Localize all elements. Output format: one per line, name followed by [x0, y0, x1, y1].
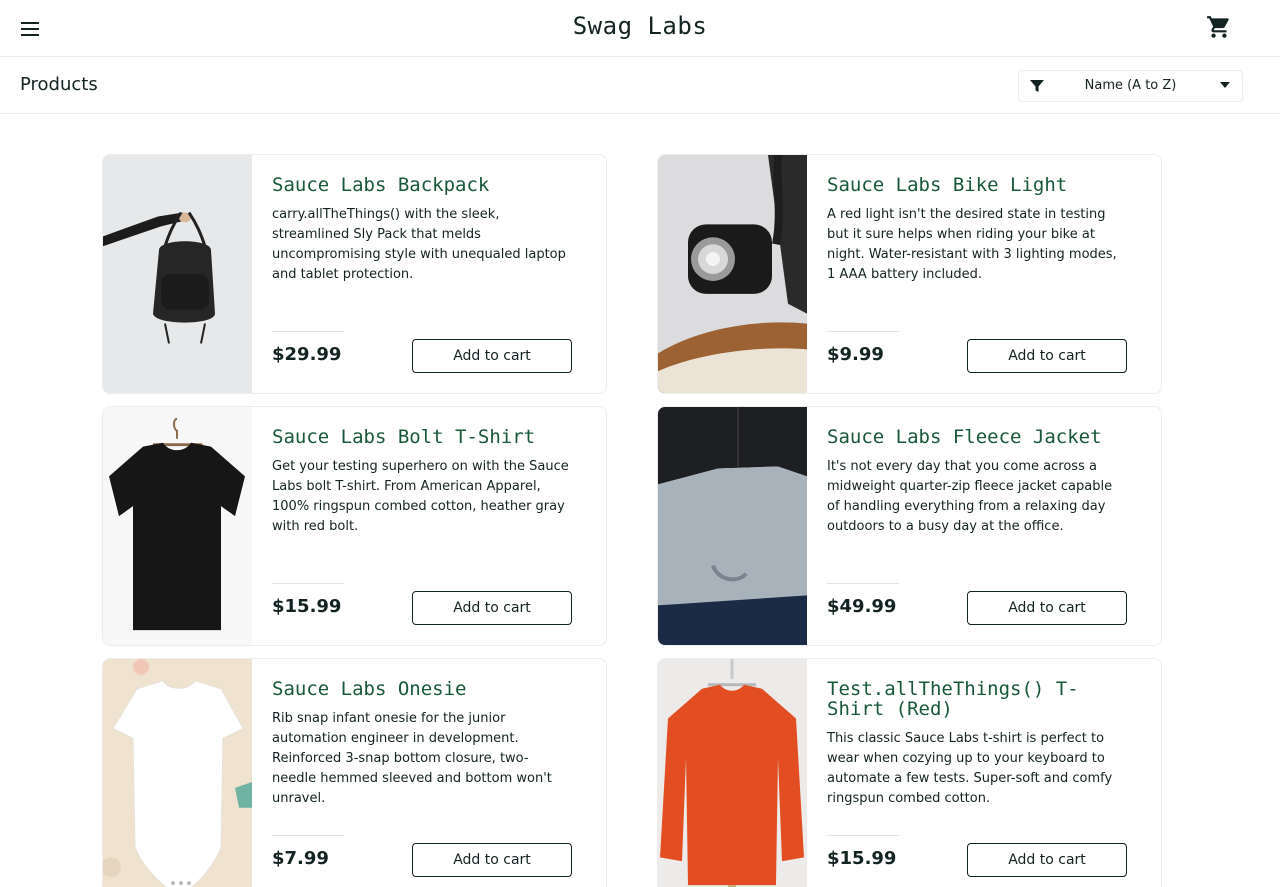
price-divider	[827, 331, 899, 332]
item-description: This classic Sauce Labs t-shirt is perfe…	[827, 731, 1113, 806]
item-name-link[interactable]: Test.allTheThings() T-Shirt (Red)	[827, 679, 1127, 719]
primary-header: Swag Labs	[0, 0, 1280, 57]
fleece-jacket-image[interactable]	[658, 407, 807, 645]
item-name-link[interactable]: Sauce Labs Bike Light	[827, 175, 1127, 195]
item-description: It's not every day that you come across …	[827, 459, 1113, 534]
page-title: Products	[20, 74, 98, 95]
app-logo-title: Swag Labs	[572, 12, 708, 40]
item-name-link[interactable]: Sauce Labs Fleece Jacket	[827, 427, 1127, 447]
inventory-item: Sauce Labs Bolt T-Shirt Get your testing…	[102, 406, 607, 646]
price-divider	[827, 583, 899, 584]
price-divider	[272, 583, 344, 584]
caret-down-icon	[1220, 82, 1230, 88]
item-price: $7.99	[272, 848, 329, 869]
price-divider	[272, 835, 344, 836]
inventory-item: Sauce Labs Backpack carry.allTheThings()…	[102, 154, 607, 394]
filter-icon	[1030, 80, 1044, 92]
add-to-cart-button[interactable]: Add to cart	[412, 843, 572, 877]
backpack-image[interactable]	[103, 155, 252, 393]
item-info: Sauce Labs Fleece Jacket It's not every …	[827, 427, 1127, 537]
item-price: $15.99	[272, 596, 342, 617]
item-name-link[interactable]: Sauce Labs Backpack	[272, 175, 572, 195]
inventory-item: Test.allTheThings() T-Shirt (Red) This c…	[657, 658, 1162, 887]
add-to-cart-button[interactable]: Add to cart	[412, 591, 572, 625]
item-price: $29.99	[272, 344, 342, 365]
inventory-item: Sauce Labs Bike Light A red light isn't …	[657, 154, 1162, 394]
item-price: $9.99	[827, 344, 884, 365]
bolt-tshirt-image[interactable]	[103, 407, 252, 645]
item-info: Sauce Labs Bolt T-Shirt Get your testing…	[272, 427, 572, 537]
add-to-cart-button[interactable]: Add to cart	[412, 339, 572, 373]
red-tshirt-image[interactable]	[658, 659, 807, 887]
item-info: Test.allTheThings() T-Shirt (Red) This c…	[827, 679, 1127, 809]
add-to-cart-button[interactable]: Add to cart	[967, 591, 1127, 625]
add-to-cart-button[interactable]: Add to cart	[967, 339, 1127, 373]
item-info: Sauce Labs Backpack carry.allTheThings()…	[272, 175, 572, 285]
onesie-image[interactable]	[103, 659, 252, 887]
item-description: A red light isn't the desired state in t…	[827, 207, 1117, 282]
item-price: $49.99	[827, 596, 897, 617]
bike-light-image[interactable]	[658, 155, 807, 393]
shopping-cart-icon[interactable]	[1206, 14, 1232, 40]
inventory-item: Sauce Labs Onesie Rib snap infant onesie…	[102, 658, 607, 887]
item-description: Get your testing superhero on with the S…	[272, 459, 569, 534]
sort-dropdown[interactable]: Name (A to Z)	[1018, 70, 1243, 102]
item-info: Sauce Labs Onesie Rib snap infant onesie…	[272, 679, 572, 809]
secondary-header: Products Name (A to Z)	[0, 57, 1280, 114]
sort-selected-value: Name (A to Z)	[1084, 78, 1177, 93]
item-price: $15.99	[827, 848, 897, 869]
item-name-link[interactable]: Sauce Labs Bolt T-Shirt	[272, 427, 572, 447]
price-divider	[272, 331, 344, 332]
item-description: Rib snap infant onesie for the junior au…	[272, 711, 552, 806]
add-to-cart-button[interactable]: Add to cart	[967, 843, 1127, 877]
price-divider	[827, 835, 899, 836]
inventory-item: Sauce Labs Fleece Jacket It's not every …	[657, 406, 1162, 646]
item-info: Sauce Labs Bike Light A red light isn't …	[827, 175, 1127, 285]
item-description: carry.allTheThings() with the sleek, str…	[272, 207, 566, 282]
item-name-link[interactable]: Sauce Labs Onesie	[272, 679, 572, 699]
